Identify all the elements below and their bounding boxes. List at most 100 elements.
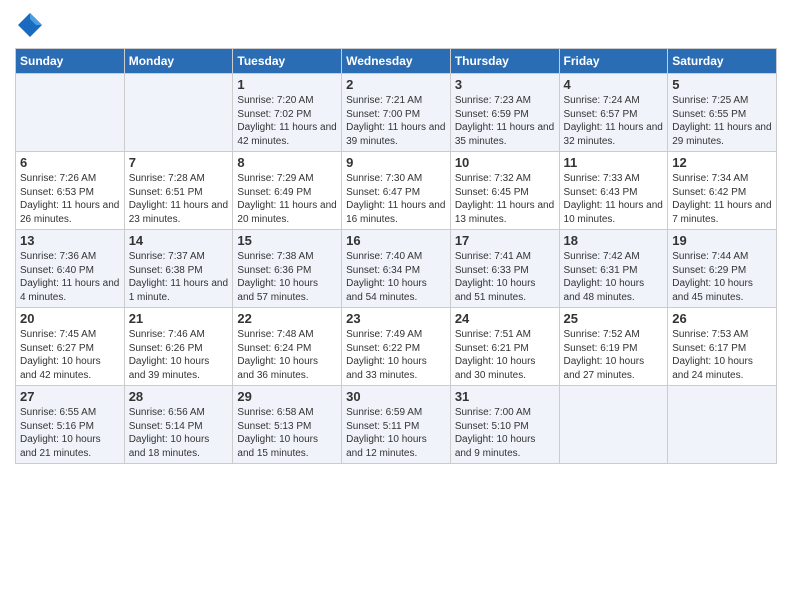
day-number: 7	[129, 155, 229, 170]
day-cell: 27 Sunrise: 6:55 AM Sunset: 5:16 PM Dayli…	[16, 386, 125, 464]
day-number: 9	[346, 155, 446, 170]
col-header-wednesday: Wednesday	[342, 49, 451, 74]
logo-icon	[15, 10, 45, 40]
day-cell: 26 Sunrise: 7:53 AM Sunset: 6:17 PM Dayli…	[668, 308, 777, 386]
day-cell	[668, 386, 777, 464]
day-number: 29	[237, 389, 337, 404]
day-cell: 28 Sunrise: 6:56 AM Sunset: 5:14 PM Dayli…	[124, 386, 233, 464]
day-content: Sunrise: 7:30 AM Sunset: 6:47 PM Dayligh…	[346, 172, 446, 226]
day-number: 26	[672, 311, 772, 326]
day-cell: 8 Sunrise: 7:29 AM Sunset: 6:49 PM Daylig…	[233, 152, 342, 230]
day-content: Sunrise: 7:21 AM Sunset: 7:00 PM Dayligh…	[346, 94, 446, 148]
day-cell: 31 Sunrise: 7:00 AM Sunset: 5:10 PM Dayli…	[450, 386, 559, 464]
day-number: 24	[455, 311, 555, 326]
day-number: 2	[346, 77, 446, 92]
day-content: Sunrise: 7:52 AM Sunset: 6:19 PM Dayligh…	[564, 328, 664, 382]
week-row-5: 27 Sunrise: 6:55 AM Sunset: 5:16 PM Dayli…	[16, 386, 777, 464]
day-cell: 29 Sunrise: 6:58 AM Sunset: 5:13 PM Dayli…	[233, 386, 342, 464]
day-cell: 30 Sunrise: 6:59 AM Sunset: 5:11 PM Dayli…	[342, 386, 451, 464]
day-cell: 10 Sunrise: 7:32 AM Sunset: 6:45 PM Dayli…	[450, 152, 559, 230]
day-number: 28	[129, 389, 229, 404]
day-cell: 23Sunrise: 7:49 AM Sunset: 6:22 PM Dayli…	[342, 308, 451, 386]
day-cell: 17 Sunrise: 7:41 AM Sunset: 6:33 PM Dayli…	[450, 230, 559, 308]
day-cell: 2 Sunrise: 7:21 AM Sunset: 7:00 PM Daylig…	[342, 74, 451, 152]
day-number: 4	[564, 77, 664, 92]
day-cell: 22 Sunrise: 7:48 AM Sunset: 6:24 PM Dayli…	[233, 308, 342, 386]
day-content: Sunrise: 7:40 AM Sunset: 6:34 PM Dayligh…	[346, 250, 446, 304]
day-content: Sunrise: 6:56 AM Sunset: 5:14 PM Dayligh…	[129, 406, 229, 460]
day-content: Sunrise: 7:36 AM Sunset: 6:40 PM Dayligh…	[20, 250, 120, 304]
header	[15, 10, 777, 40]
day-cell: 13 Sunrise: 7:36 AM Sunset: 6:40 PM Dayli…	[16, 230, 125, 308]
day-content: Sunrise: 7:41 AM Sunset: 6:33 PM Dayligh…	[455, 250, 555, 304]
day-cell: 19 Sunrise: 7:44 AM Sunset: 6:29 PM Dayli…	[668, 230, 777, 308]
day-cell	[559, 386, 668, 464]
day-number: 6	[20, 155, 120, 170]
day-content: Sunrise: 7:46 AM Sunset: 6:26 PM Dayligh…	[129, 328, 229, 382]
week-row-4: 20Sunrise: 7:45 AM Sunset: 6:27 PM Dayli…	[16, 308, 777, 386]
day-cell: 4Sunrise: 7:24 AM Sunset: 6:57 PM Daylig…	[559, 74, 668, 152]
week-row-1: 1Sunrise: 7:20 AM Sunset: 7:02 PM Daylig…	[16, 74, 777, 152]
day-cell: 15Sunrise: 7:38 AM Sunset: 6:36 PM Dayli…	[233, 230, 342, 308]
day-number: 14	[129, 233, 229, 248]
day-number: 5	[672, 77, 772, 92]
day-number: 3	[455, 77, 555, 92]
day-cell: 21 Sunrise: 7:46 AM Sunset: 6:26 PM Dayli…	[124, 308, 233, 386]
day-cell: 14 Sunrise: 7:37 AM Sunset: 6:38 PM Dayli…	[124, 230, 233, 308]
day-content: Sunrise: 7:32 AM Sunset: 6:45 PM Dayligh…	[455, 172, 555, 226]
day-content: Sunrise: 7:44 AM Sunset: 6:29 PM Dayligh…	[672, 250, 772, 304]
day-cell: 25 Sunrise: 7:52 AM Sunset: 6:19 PM Dayli…	[559, 308, 668, 386]
day-number: 15	[237, 233, 337, 248]
day-content: Sunrise: 7:48 AM Sunset: 6:24 PM Dayligh…	[237, 328, 337, 382]
day-content: Sunrise: 7:00 AM Sunset: 5:10 PM Dayligh…	[455, 406, 555, 460]
day-number: 20	[20, 311, 120, 326]
day-number: 11	[564, 155, 664, 170]
day-content: Sunrise: 7:33 AM Sunset: 6:43 PM Dayligh…	[564, 172, 664, 226]
col-header-tuesday: Tuesday	[233, 49, 342, 74]
day-cell: 11 Sunrise: 7:33 AM Sunset: 6:43 PM Dayli…	[559, 152, 668, 230]
day-number: 8	[237, 155, 337, 170]
day-number: 18	[564, 233, 664, 248]
col-header-sunday: Sunday	[16, 49, 125, 74]
calendar-table: SundayMondayTuesdayWednesdayThursdayFrid…	[15, 48, 777, 464]
day-content: Sunrise: 7:51 AM Sunset: 6:21 PM Dayligh…	[455, 328, 555, 382]
day-content: Sunrise: 7:53 AM Sunset: 6:17 PM Dayligh…	[672, 328, 772, 382]
day-cell: 9 Sunrise: 7:30 AM Sunset: 6:47 PM Daylig…	[342, 152, 451, 230]
week-row-2: 6Sunrise: 7:26 AM Sunset: 6:53 PM Daylig…	[16, 152, 777, 230]
day-content: Sunrise: 7:29 AM Sunset: 6:49 PM Dayligh…	[237, 172, 337, 226]
day-number: 25	[564, 311, 664, 326]
day-content: Sunrise: 7:49 AM Sunset: 6:22 PM Dayligh…	[346, 328, 446, 382]
header-row: SundayMondayTuesdayWednesdayThursdayFrid…	[16, 49, 777, 74]
day-content: Sunrise: 6:59 AM Sunset: 5:11 PM Dayligh…	[346, 406, 446, 460]
day-number: 19	[672, 233, 772, 248]
day-cell: 16 Sunrise: 7:40 AM Sunset: 6:34 PM Dayli…	[342, 230, 451, 308]
day-number: 16	[346, 233, 446, 248]
day-content: Sunrise: 7:28 AM Sunset: 6:51 PM Dayligh…	[129, 172, 229, 226]
col-header-monday: Monday	[124, 49, 233, 74]
day-number: 13	[20, 233, 120, 248]
day-number: 12	[672, 155, 772, 170]
day-number: 22	[237, 311, 337, 326]
day-cell: 12 Sunrise: 7:34 AM Sunset: 6:42 PM Dayli…	[668, 152, 777, 230]
day-content: Sunrise: 6:55 AM Sunset: 5:16 PM Dayligh…	[20, 406, 120, 460]
day-cell	[16, 74, 125, 152]
day-number: 27	[20, 389, 120, 404]
day-content: Sunrise: 6:58 AM Sunset: 5:13 PM Dayligh…	[237, 406, 337, 460]
day-content: Sunrise: 7:25 AM Sunset: 6:55 PM Dayligh…	[672, 94, 772, 148]
day-content: Sunrise: 7:34 AM Sunset: 6:42 PM Dayligh…	[672, 172, 772, 226]
day-number: 31	[455, 389, 555, 404]
day-cell	[124, 74, 233, 152]
logo	[15, 10, 49, 40]
day-cell: 24 Sunrise: 7:51 AM Sunset: 6:21 PM Dayli…	[450, 308, 559, 386]
day-number: 17	[455, 233, 555, 248]
day-content: Sunrise: 7:23 AM Sunset: 6:59 PM Dayligh…	[455, 94, 555, 148]
day-cell: 18Sunrise: 7:42 AM Sunset: 6:31 PM Dayli…	[559, 230, 668, 308]
day-content: Sunrise: 7:37 AM Sunset: 6:38 PM Dayligh…	[129, 250, 229, 304]
col-header-saturday: Saturday	[668, 49, 777, 74]
day-number: 30	[346, 389, 446, 404]
col-header-thursday: Thursday	[450, 49, 559, 74]
day-number: 10	[455, 155, 555, 170]
day-cell: 6Sunrise: 7:26 AM Sunset: 6:53 PM Daylig…	[16, 152, 125, 230]
day-number: 21	[129, 311, 229, 326]
day-cell: 3 Sunrise: 7:23 AM Sunset: 6:59 PM Daylig…	[450, 74, 559, 152]
